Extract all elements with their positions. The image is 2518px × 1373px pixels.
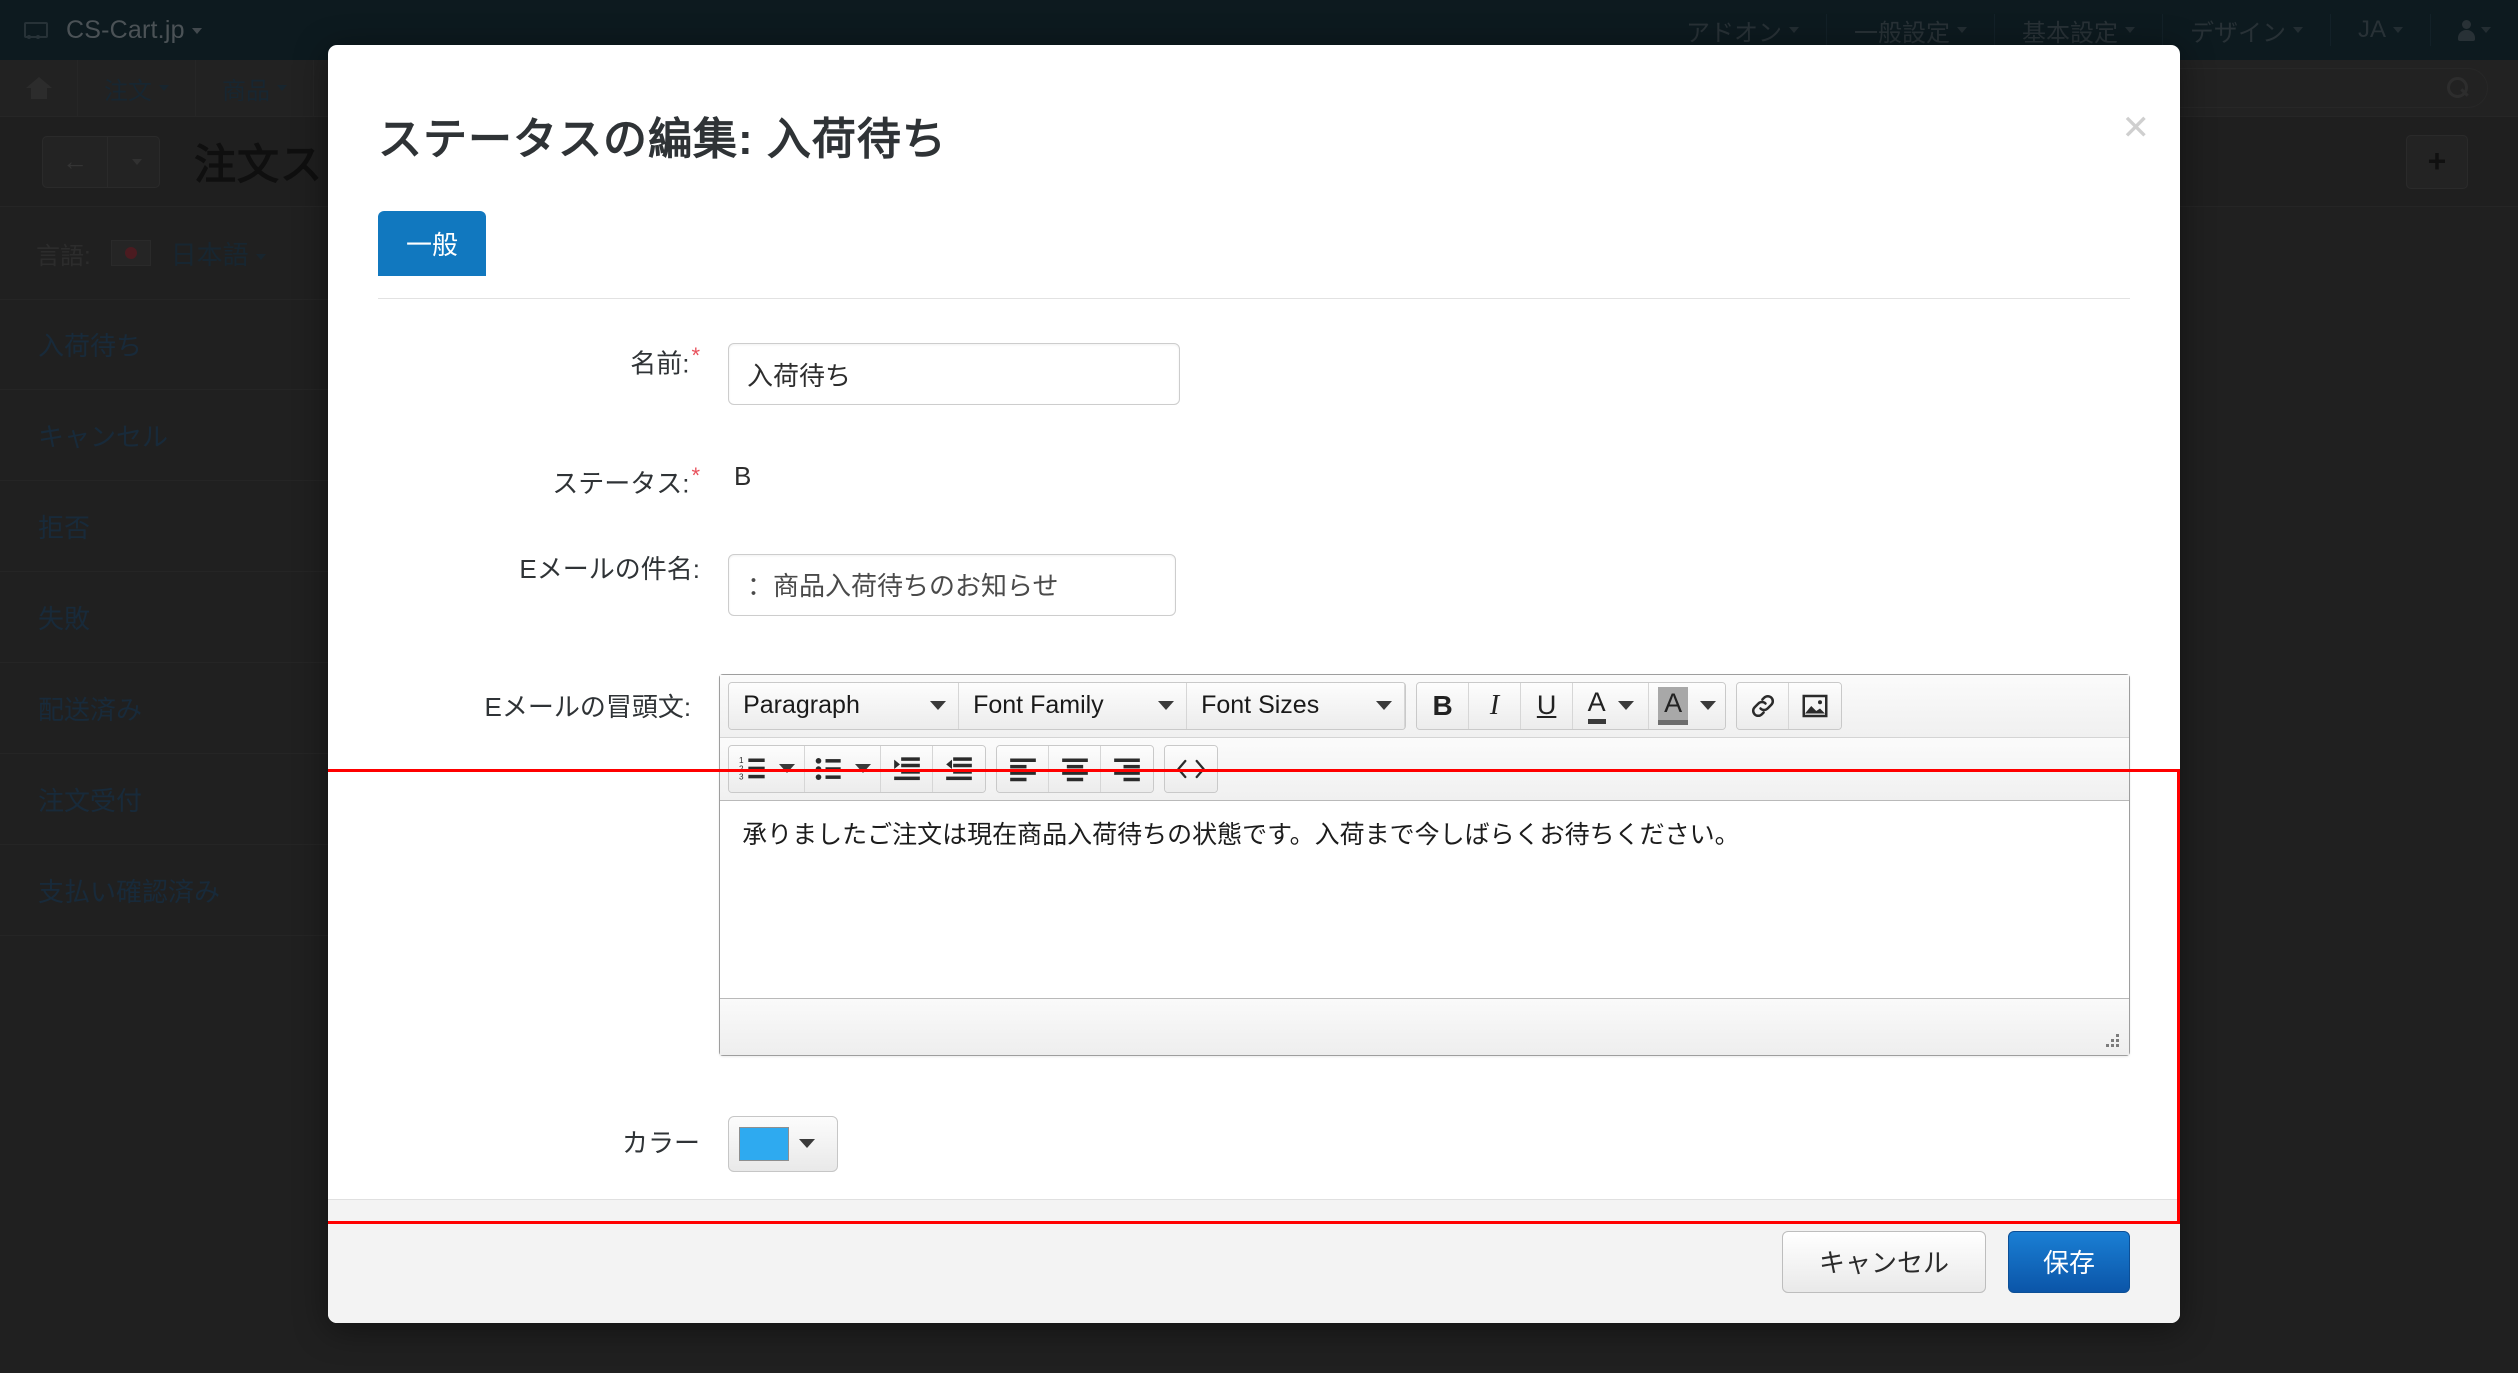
bullet-list-icon	[815, 757, 841, 780]
tab-divider	[378, 298, 2130, 299]
format-select[interactable]: Paragraph	[729, 682, 960, 729]
underline-button[interactable]: U	[1521, 682, 1574, 729]
source-code-button[interactable]	[1165, 745, 1218, 792]
close-icon[interactable]: ✕	[2122, 111, 2151, 145]
chevron-down-icon	[799, 1139, 815, 1149]
subject-label: Eメールの件名:	[519, 553, 700, 584]
font-family-select[interactable]: Font Family	[959, 682, 1188, 729]
subject-input-value: ：商品入荷待ちのお知らせ	[747, 571, 1059, 602]
source-code-icon	[1177, 759, 1205, 778]
status-label-text: ステータス:	[552, 468, 690, 499]
numbered-list-button[interactable]: 1 2 3	[729, 745, 806, 792]
editor-toolbar-group-lists: 1 2 3	[728, 744, 987, 793]
dialog-title: ステータスの編集: 入荷待ち	[378, 115, 947, 164]
align-left-button[interactable]	[997, 745, 1050, 792]
link-icon	[1751, 694, 1774, 717]
align-right-button[interactable]	[1101, 745, 1154, 792]
chevron-down-icon[interactable]	[778, 764, 795, 774]
image-icon	[1802, 694, 1828, 718]
increase-indent-button[interactable]	[881, 745, 934, 792]
resize-grip-icon[interactable]	[2101, 1029, 2119, 1047]
underline-icon: U	[1536, 690, 1557, 721]
editor-toolbar-group-format: Paragraph Font Family Font Sizes	[728, 681, 1407, 730]
status-label: ステータス:*	[378, 461, 728, 500]
color-label: カラー	[621, 1127, 700, 1158]
edit-status-dialog: ✕ ステータスの編集: 入荷待ち 一般 名前:* 入荷待ち ステータス:* B …	[328, 45, 2180, 1323]
field-row-subject: Eメールの件名: ：商品入荷待ちのお知らせ	[378, 553, 2130, 616]
bold-button[interactable]: B	[1417, 682, 1470, 729]
editor-content-text: 承りましたご注文は現在商品入荷待ちの状態です。入荷まで今しばらくお待ちください。	[742, 820, 1740, 849]
chevron-down-icon	[1376, 701, 1393, 711]
chevron-down-icon[interactable]	[854, 764, 871, 774]
name-label: 名前:*	[378, 343, 728, 380]
chevron-down-icon	[930, 701, 947, 711]
required-marker: *	[691, 463, 700, 488]
editor-toolbar-group-source	[1164, 744, 1219, 793]
bold-icon: B	[1432, 689, 1453, 721]
editor-toolbar-group-insert	[1736, 681, 1843, 730]
align-right-icon	[1114, 758, 1140, 782]
align-center-icon	[1061, 758, 1088, 782]
rich-text-editor: Paragraph Font Family Font Sizes B I U A…	[719, 673, 2130, 1056]
chevron-down-icon	[1158, 701, 1175, 711]
subject-input[interactable]: ：商品入荷待ちのお知らせ	[728, 553, 1176, 616]
tab-bar: 一般	[378, 211, 2130, 276]
page-root: CS-Cart.jp アドオン 一般設定 基本設定 デザイン	[0, 0, 2518, 1373]
name-input-value: 入荷待ち	[747, 360, 852, 391]
background-color-button[interactable]: A	[1649, 682, 1726, 729]
dialog-footer: キャンセル 保存	[328, 1199, 2180, 1323]
indent-increase-icon	[893, 757, 920, 780]
editor-toolbar-row-1: Paragraph Font Family Font Sizes B I U A…	[720, 674, 2129, 738]
editor-toolbar-group-align	[996, 744, 1155, 793]
highlight-color-icon: A	[1658, 686, 1689, 725]
chevron-down-icon[interactable]	[1700, 701, 1717, 711]
save-button[interactable]: 保存	[2007, 1230, 2130, 1293]
field-row-email-body: Eメールの冒頭文: Paragraph Font Family Font Siz…	[378, 673, 2130, 1056]
color-picker-button[interactable]	[728, 1115, 838, 1172]
field-row-color: カラー	[378, 1115, 2130, 1172]
font-family-select-label: Font Family	[973, 691, 1104, 720]
text-color-button[interactable]: A	[1573, 682, 1650, 729]
format-select-label: Paragraph	[743, 691, 860, 720]
italic-icon: I	[1489, 689, 1500, 721]
cancel-button[interactable]: キャンセル	[1781, 1230, 1986, 1293]
editor-toolbar-group-inline: B I U A A	[1416, 681, 1727, 730]
decrease-indent-button[interactable]	[933, 745, 986, 792]
svg-text:3: 3	[739, 772, 744, 781]
editor-status-bar	[720, 998, 2129, 1055]
text-color-icon: A	[1587, 687, 1606, 725]
font-size-select[interactable]: Font Sizes	[1187, 682, 1406, 729]
dialog-body: 一般 名前:* 入荷待ち ステータス:* B Eメールの件名: ：商品入荷待ちの…	[328, 167, 2180, 1224]
italic-button[interactable]: I	[1469, 682, 1522, 729]
field-row-status: ステータス:* B	[378, 461, 2130, 500]
numbered-list-icon: 1 2 3	[739, 756, 765, 781]
name-label-text: 名前:	[630, 348, 690, 379]
editor-toolbar-row-2: 1 2 3	[720, 737, 2129, 801]
editor-content-area[interactable]: 承りましたご注文は現在商品入荷待ちの状態です。入荷まで今しばらくお待ちください。	[720, 801, 2129, 999]
required-marker: *	[691, 343, 700, 368]
name-input[interactable]: 入荷待ち	[728, 343, 1180, 405]
email-body-label: Eメールの冒頭文:	[484, 691, 692, 722]
bullet-list-button[interactable]	[805, 745, 882, 792]
tab-general[interactable]: 一般	[378, 211, 487, 276]
insert-link-button[interactable]	[1737, 682, 1790, 729]
color-swatch	[739, 1126, 789, 1161]
insert-image-button[interactable]	[1789, 682, 1842, 729]
indent-decrease-icon	[946, 757, 972, 780]
chevron-down-icon[interactable]	[1617, 701, 1634, 711]
align-left-icon	[1009, 758, 1036, 782]
align-center-button[interactable]	[1049, 745, 1102, 792]
font-size-select-label: Font Sizes	[1201, 691, 1320, 720]
field-row-name: 名前:* 入荷待ち	[378, 343, 2130, 405]
status-value: B	[734, 461, 752, 491]
